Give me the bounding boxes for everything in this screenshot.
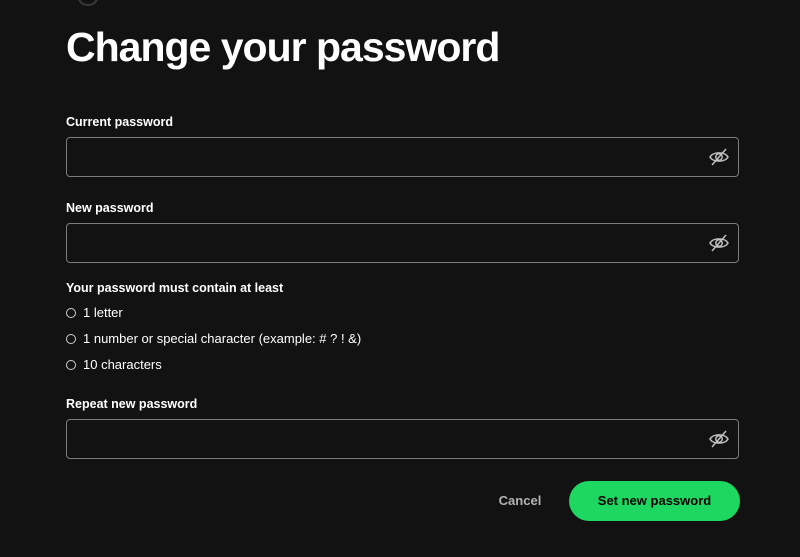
cancel-button[interactable]: Cancel [486,489,554,513]
requirement-text: 10 characters [83,357,162,372]
eye-slash-icon[interactable] [708,146,730,168]
eye-slash-icon[interactable] [708,428,730,450]
requirement-text: 1 number or special character (example: … [83,331,362,346]
current-password-label: Current password [66,115,173,129]
repeat-password-label: Repeat new password [66,397,198,411]
repeat-password-input[interactable] [67,420,687,458]
page-title: Change your password [66,24,500,70]
requirement-item: 1 number or special character (example: … [66,331,361,347]
current-password-field-box [66,137,739,177]
top-edge-icon-fragment [78,0,98,6]
password-requirements-title: Your password must contain at least [66,281,284,295]
requirement-circle-icon [66,308,76,318]
new-password-input[interactable] [67,224,687,262]
set-new-password-button[interactable]: Set new password [569,481,740,521]
current-password-input[interactable] [67,138,687,176]
requirement-item: 10 characters [66,357,162,373]
new-password-field-box [66,223,739,263]
new-password-label: New password [66,201,154,215]
requirement-circle-icon [66,334,76,344]
requirement-circle-icon [66,360,76,370]
eye-slash-icon[interactable] [708,232,730,254]
repeat-password-field-box [66,419,739,459]
requirement-item: 1 letter [66,305,123,321]
requirement-text: 1 letter [83,305,123,320]
